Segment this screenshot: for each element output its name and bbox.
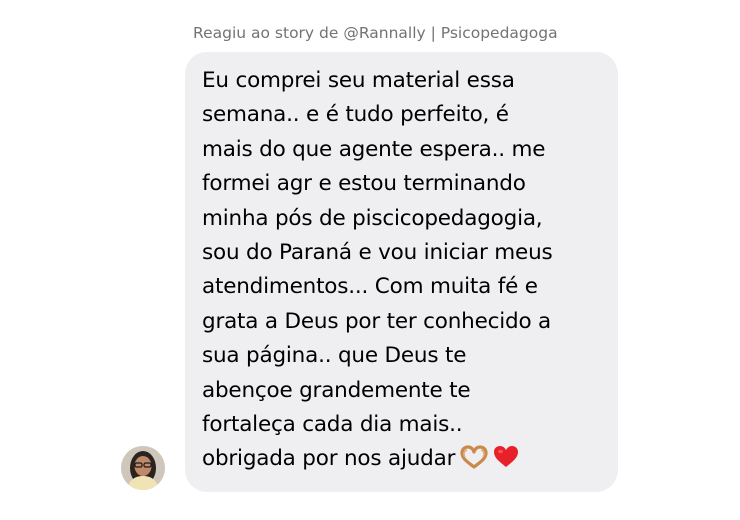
heart-hands-icon [459, 445, 489, 480]
red-heart-icon [493, 445, 519, 480]
story-reply-header[interactable]: Reagiu ao story de @Rannally | Psicopeda… [193, 24, 558, 42]
sender-avatar[interactable] [121, 446, 165, 490]
user-avatar [121, 446, 165, 490]
message-text: Eu comprei seu material essa semana.. e … [202, 64, 608, 481]
message-bubble[interactable]: Eu comprei seu material essa semana.. e … [185, 52, 618, 492]
message-body: Eu comprei seu material essa semana.. e … [202, 68, 553, 472]
dm-conversation: Reagiu ao story de @Rannally | Psicopeda… [0, 0, 740, 520]
